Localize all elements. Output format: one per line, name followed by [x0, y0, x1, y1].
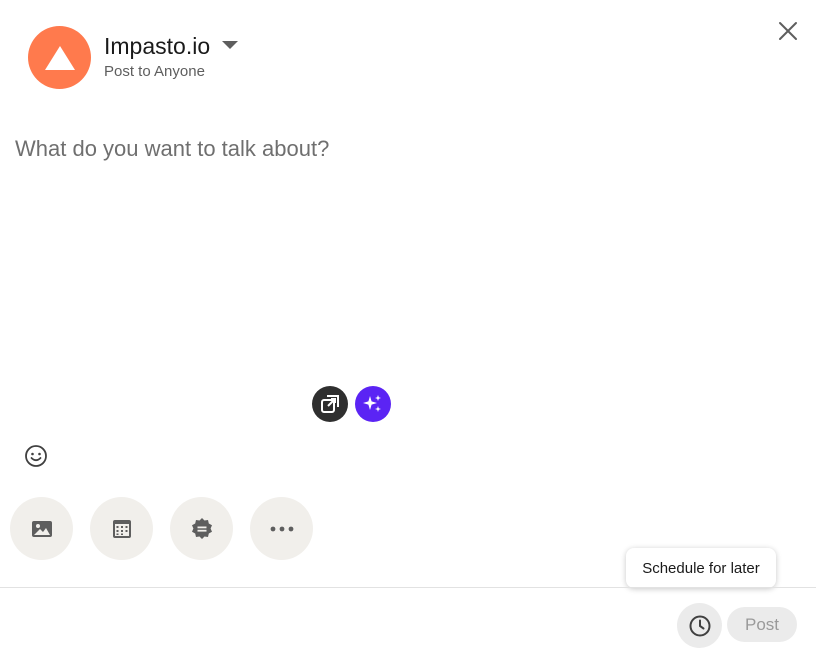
add-media-button[interactable]	[10, 497, 73, 560]
emoji-button[interactable]	[22, 442, 50, 470]
more-icon	[270, 526, 293, 531]
author-name-row[interactable]: Impasto.io	[104, 32, 239, 60]
author-name: Impasto.io	[104, 33, 211, 59]
rewrite-icon	[321, 395, 339, 413]
ai-sparkle-icon	[363, 395, 381, 412]
rewrite-button[interactable]	[312, 386, 348, 422]
schedule-button[interactable]	[677, 603, 722, 648]
celebrate-button[interactable]	[170, 497, 233, 560]
close-icon	[779, 22, 797, 40]
more-options-button[interactable]	[250, 497, 313, 560]
post-button[interactable]: Post	[727, 607, 797, 642]
footer-divider	[0, 587, 816, 588]
create-event-button[interactable]	[90, 497, 153, 560]
clock-icon	[689, 615, 710, 636]
calendar-icon	[112, 519, 131, 538]
ai-assist-button[interactable]	[355, 386, 391, 422]
post-text-input[interactable]	[15, 136, 795, 366]
author-selector[interactable]: Impasto.io Post to Anyone	[104, 32, 239, 80]
schedule-tooltip: Schedule for later	[626, 548, 776, 588]
badge-icon	[191, 517, 212, 539]
triangle-logo-icon	[44, 45, 75, 70]
post-visibility: Post to Anyone	[104, 63, 205, 80]
image-icon	[31, 520, 52, 537]
close-button[interactable]	[772, 15, 804, 47]
chevron-down-icon[interactable]	[222, 41, 239, 49]
emoji-icon	[25, 445, 47, 467]
company-avatar	[28, 26, 91, 89]
